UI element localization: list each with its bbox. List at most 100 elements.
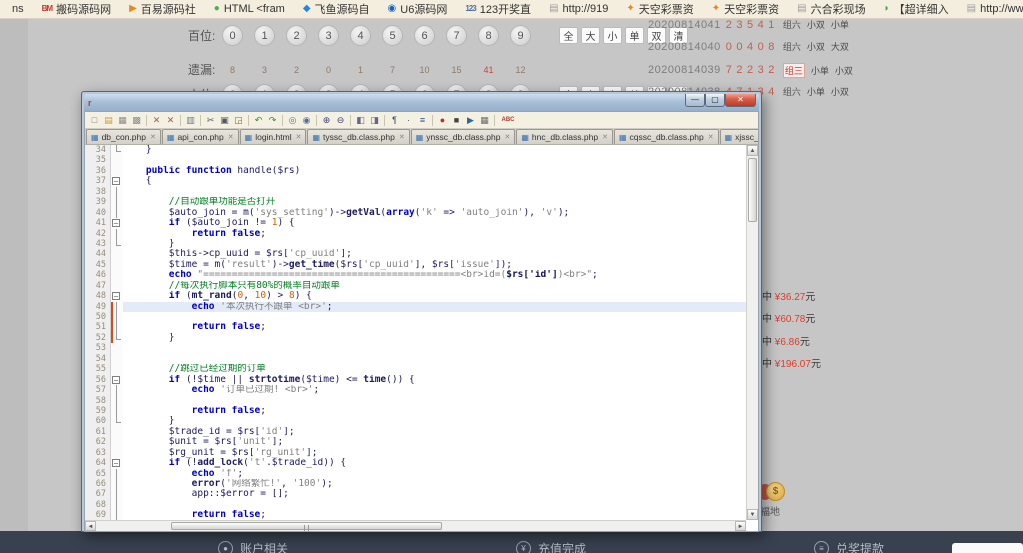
number-ball[interactable]: 5 xyxy=(382,25,403,46)
horizontal-scrollbar[interactable]: ◄ ► xyxy=(85,520,746,531)
macro-record-icon[interactable]: ● xyxy=(436,114,449,127)
indent-guide-icon[interactable]: ≡ xyxy=(416,114,429,127)
bookmark-item[interactable]: ●HTML <fram xyxy=(206,2,293,16)
bookmark-item[interactable]: ◆飞鱼源码自 xyxy=(295,0,378,18)
cut-icon[interactable]: ✂ xyxy=(204,114,217,127)
number-ball[interactable]: 9 xyxy=(510,25,531,46)
tab-close-icon[interactable]: ✕ xyxy=(296,133,302,141)
editor-tab[interactable]: ▦db_con.php✕ xyxy=(86,129,161,144)
macro-stop-icon[interactable]: ■ xyxy=(450,114,463,127)
replace-icon[interactable]: ◉ xyxy=(300,114,313,127)
close-icon[interactable]: ✕ xyxy=(150,114,163,127)
close-all-icon[interactable]: ✕ xyxy=(164,114,177,127)
result-tag: 小单 xyxy=(811,64,829,77)
close-button[interactable]: ✕ xyxy=(725,94,756,107)
open-file-icon[interactable]: ▤ xyxy=(102,114,115,127)
fold-margin[interactable]: – xyxy=(111,375,123,385)
bookmark-item[interactable]: ◗【超详细入 xyxy=(876,0,957,18)
scroll-right-arrow[interactable]: ► xyxy=(735,521,746,531)
code-area[interactable]: 34 }3536 public function handle($rs)37– … xyxy=(85,145,746,520)
editor-tab[interactable]: ▦cqssc_db.class.php✕ xyxy=(614,129,719,144)
vertical-scrollbar[interactable]: ▲ ▼ xyxy=(746,145,758,520)
code-editor[interactable]: 34 }3536 public function handle($rs)37– … xyxy=(84,144,759,532)
bookmark-item[interactable]: ▤http://919 xyxy=(541,2,616,16)
number-ball[interactable]: 3 xyxy=(318,25,339,46)
zoom-in-icon[interactable]: ⊕ xyxy=(320,114,333,127)
number-ball[interactable]: 0 xyxy=(222,25,243,46)
spell-check-icon[interactable]: ABC xyxy=(498,114,518,127)
bookmark-item[interactable]: ✦天空彩票资 xyxy=(704,0,787,18)
code-line: 59 return false; xyxy=(85,406,746,416)
macro-save-icon[interactable]: ▦ xyxy=(478,114,491,127)
tab-label: db_con.php xyxy=(102,132,146,142)
tab-close-icon[interactable]: ✕ xyxy=(504,133,510,141)
minimize-button[interactable]: — xyxy=(685,94,705,107)
fold-margin[interactable]: – xyxy=(111,291,123,301)
line-number: 42 xyxy=(85,229,111,239)
footer-item[interactable]: ●账户相关 xyxy=(218,540,288,553)
filter-button[interactable]: 全 xyxy=(559,27,578,44)
bookmark-item[interactable]: ▤六合彩现场 xyxy=(789,0,873,18)
fold-margin[interactable]: – xyxy=(111,176,123,186)
tab-close-icon[interactable]: ✕ xyxy=(399,133,405,141)
editor-tab[interactable]: ▦tyssc_db.class.php✕ xyxy=(307,129,409,144)
number-ball[interactable]: 2 xyxy=(286,25,307,46)
editor-tab[interactable]: ▦login.html✕ xyxy=(240,129,307,144)
filter-button[interactable]: 单 xyxy=(625,27,644,44)
macro-play-icon[interactable]: ▶ xyxy=(464,114,477,127)
maximize-button[interactable]: ▢ xyxy=(705,94,725,107)
print-icon[interactable]: ▥ xyxy=(184,114,197,127)
line-number: 67 xyxy=(85,489,111,499)
redo-icon[interactable]: ↷ xyxy=(266,114,279,127)
filter-button[interactable]: 大 xyxy=(581,27,600,44)
filter-button[interactable]: 小 xyxy=(603,27,622,44)
bookmark-item[interactable]: BM搬码源码网 xyxy=(34,0,119,18)
bookmark-item[interactable]: ▤http://www xyxy=(959,2,1023,16)
tab-close-icon[interactable]: ✕ xyxy=(150,133,156,141)
fold-margin[interactable]: – xyxy=(111,458,123,468)
find-icon[interactable]: ◎ xyxy=(286,114,299,127)
number-ball[interactable]: 8 xyxy=(478,25,499,46)
number-ball[interactable]: 4 xyxy=(350,25,371,46)
save-icon[interactable]: ▦ xyxy=(116,114,129,127)
number-ball[interactable]: 1 xyxy=(254,25,275,46)
code-line: 61 $trade_id = $rs['id']; xyxy=(85,427,746,437)
editor-tab[interactable]: ▦api_con.php✕ xyxy=(162,129,239,144)
footer-item[interactable]: ¥充值完成 xyxy=(516,540,586,553)
editor-tab[interactable]: ▦hnc_db.class.php✕ xyxy=(516,129,613,144)
list-icon: ≡ xyxy=(814,541,829,553)
scroll-down-arrow[interactable]: ▼ xyxy=(747,509,758,520)
sync-h-icon[interactable]: ◨ xyxy=(368,114,381,127)
tab-close-icon[interactable]: ✕ xyxy=(228,133,234,141)
paste-icon[interactable]: ◲ xyxy=(232,114,245,127)
number-ball[interactable]: 6 xyxy=(414,25,435,46)
bookmark-item[interactable]: ▶百易源码社 xyxy=(121,0,204,18)
scroll-left-arrow[interactable]: ◄ xyxy=(85,521,96,531)
tab-close-icon[interactable]: ✕ xyxy=(708,133,714,141)
scroll-up-arrow[interactable]: ▲ xyxy=(747,145,758,156)
fold-margin[interactable]: – xyxy=(111,218,123,228)
vertical-scroll-thumb[interactable] xyxy=(748,158,757,222)
bookmark-item[interactable]: ✦天空彩票资 xyxy=(618,0,701,18)
editor-tab[interactable]: ▦xjssc_db.class.php✕ xyxy=(720,129,759,144)
copy-icon[interactable]: ▣ xyxy=(218,114,231,127)
bookmark-item[interactable]: 123123开奖直 xyxy=(457,0,539,18)
code-line: 38 xyxy=(85,187,746,197)
zoom-out-icon[interactable]: ⊖ xyxy=(334,114,347,127)
undo-icon[interactable]: ↶ xyxy=(252,114,265,127)
tab-close-icon[interactable]: ✕ xyxy=(602,133,608,141)
bookmark-item[interactable]: ◉U6源码网 xyxy=(380,0,456,18)
sync-v-icon[interactable]: ◧ xyxy=(354,114,367,127)
corner-widget[interactable] xyxy=(952,543,1023,553)
window-title-bar[interactable]: r — ▢ ✕ xyxy=(84,94,759,111)
editor-tab[interactable]: ▦ynssc_db.class.php✕ xyxy=(411,129,516,144)
footer-item[interactable]: ≡兑奖提款 xyxy=(814,540,884,553)
number-ball[interactable]: 7 xyxy=(446,25,467,46)
wrap-icon[interactable]: ¶ xyxy=(388,114,401,127)
show-symbols-icon[interactable]: · xyxy=(402,114,415,127)
new-file-icon[interactable]: □ xyxy=(88,114,101,127)
bookmark-item[interactable]: ns xyxy=(4,2,32,16)
coin-promo-icon[interactable]: $ xyxy=(758,481,788,503)
save-all-icon[interactable]: ▩ xyxy=(130,114,143,127)
horizontal-scroll-thumb[interactable] xyxy=(171,522,442,530)
